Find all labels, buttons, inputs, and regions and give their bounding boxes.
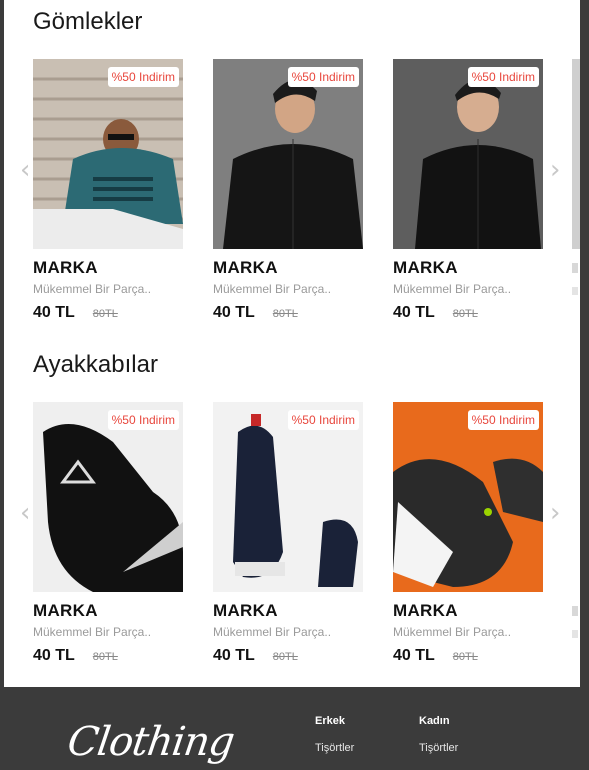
peek-price <box>572 287 578 295</box>
product-card[interactable]: %50 Indirim MARKA Mükemmel Bir Parça.. 4… <box>213 402 363 665</box>
footer-heading-women[interactable]: Kadın <box>419 715 458 727</box>
footer-link-women-tshirts[interactable]: Tişörtler <box>419 742 458 754</box>
footer-column-men: Erkek Tişörtler <box>315 715 354 754</box>
peek-price <box>572 630 578 638</box>
carousel-prev-arrow-icon[interactable]: ‹ <box>20 157 34 183</box>
product-image[interactable]: %50 Indirim <box>33 59 183 249</box>
shoes-carousel: ‹ %50 Indirim MARKA Mükemmel Bir Parça..… <box>4 402 580 682</box>
product-price: 40 TL <box>393 304 435 321</box>
discount-badge: %50 Indirim <box>287 67 359 87</box>
price-row: 40 TL 80TL <box>33 304 183 322</box>
product-old-price: 80TL <box>92 308 118 320</box>
price-row: 40 TL 80TL <box>393 304 543 322</box>
footer-link-men-tshirts[interactable]: Tişörtler <box>315 742 354 754</box>
product-image[interactable]: %50 Indirim <box>213 402 363 592</box>
main-page: Gömlekler ‹ %50 Indirim MARKA Mükemmel B… <box>4 0 580 687</box>
product-brand[interactable]: MARKA <box>393 258 543 278</box>
footer: Clothing Erkek Tişörtler Kadın Tişörtler <box>4 687 580 770</box>
product-brand[interactable]: MARKA <box>213 601 363 621</box>
footer-heading-men[interactable]: Erkek <box>315 715 354 727</box>
carousel-prev-arrow-icon[interactable]: ‹ <box>20 500 34 526</box>
price-row: 40 TL 80TL <box>213 647 363 665</box>
product-old-price: 80TL <box>452 651 478 663</box>
product-card[interactable]: %50 Indirim MARKA Mükemmel Bir Parça.. 4… <box>33 59 183 322</box>
discount-badge: %50 Indirim <box>467 410 539 430</box>
product-card[interactable]: %50 Indirim MARKA Mükemmel Bir Parça.. 4… <box>393 59 543 322</box>
product-brand[interactable]: MARKA <box>33 601 183 621</box>
product-old-price: 80TL <box>92 651 118 663</box>
product-description: Mükemmel Bir Parça.. <box>213 625 332 639</box>
product-old-price: 80TL <box>272 651 298 663</box>
product-price: 40 TL <box>213 647 255 664</box>
product-card[interactable]: %50 Indirim MARKA Mükemmel Bir Parça.. 4… <box>393 402 543 665</box>
discount-badge: %50 Indirim <box>107 67 179 87</box>
product-card[interactable]: %50 Indirim MARKA Mükemmel Bir Parça.. 4… <box>33 402 183 665</box>
section-title-shoes: Ayakkabılar <box>33 351 158 378</box>
next-card-peek[interactable] <box>572 59 580 295</box>
product-description: Mükemmel Bir Parça.. <box>213 282 332 296</box>
shirts-carousel: ‹ %50 Indirim MARKA Mükemmel Bir Parça..… <box>4 59 580 339</box>
product-card[interactable]: %50 Indirim MARKA Mükemmel Bir Parça.. 4… <box>213 59 363 322</box>
price-row: 40 TL 80TL <box>393 647 543 665</box>
discount-badge: %50 Indirim <box>107 410 179 430</box>
discount-badge: %50 Indirim <box>467 67 539 87</box>
discount-badge: %50 Indirim <box>287 410 359 430</box>
carousel-next-arrow-icon[interactable]: › <box>550 157 564 183</box>
product-price: 40 TL <box>393 647 435 664</box>
product-brand[interactable]: MARKA <box>33 258 183 278</box>
footer-column-women: Kadın Tişörtler <box>419 715 458 754</box>
product-image[interactable] <box>572 59 580 249</box>
product-description: Mükemmel Bir Parça.. <box>393 282 512 296</box>
price-row: 40 TL 80TL <box>33 647 183 665</box>
product-description: Mükemmel Bir Parça.. <box>33 282 152 296</box>
price-row: 40 TL 80TL <box>213 304 363 322</box>
product-image[interactable]: %50 Indirim <box>393 402 543 592</box>
product-image[interactable]: %50 Indirim <box>213 59 363 249</box>
product-image[interactable]: %50 Indirim <box>393 59 543 249</box>
product-brand[interactable]: MARKA <box>393 601 543 621</box>
product-old-price: 80TL <box>272 308 298 320</box>
product-brand[interactable]: MARKA <box>213 258 363 278</box>
product-price: 40 TL <box>213 304 255 321</box>
section-title-shirts: Gömlekler <box>33 8 143 35</box>
product-description: Mükemmel Bir Parça.. <box>393 625 512 639</box>
product-description: Mükemmel Bir Parça.. <box>33 625 152 639</box>
peek-brand <box>572 263 578 273</box>
product-price: 40 TL <box>33 304 75 321</box>
product-image[interactable]: %50 Indirim <box>33 402 183 592</box>
product-old-price: 80TL <box>452 308 478 320</box>
product-price: 40 TL <box>33 647 75 664</box>
next-card-peek[interactable] <box>572 402 580 638</box>
product-image[interactable] <box>572 402 580 592</box>
peek-brand <box>572 606 578 616</box>
footer-logo[interactable]: Clothing <box>65 719 237 765</box>
carousel-next-arrow-icon[interactable]: › <box>550 500 564 526</box>
